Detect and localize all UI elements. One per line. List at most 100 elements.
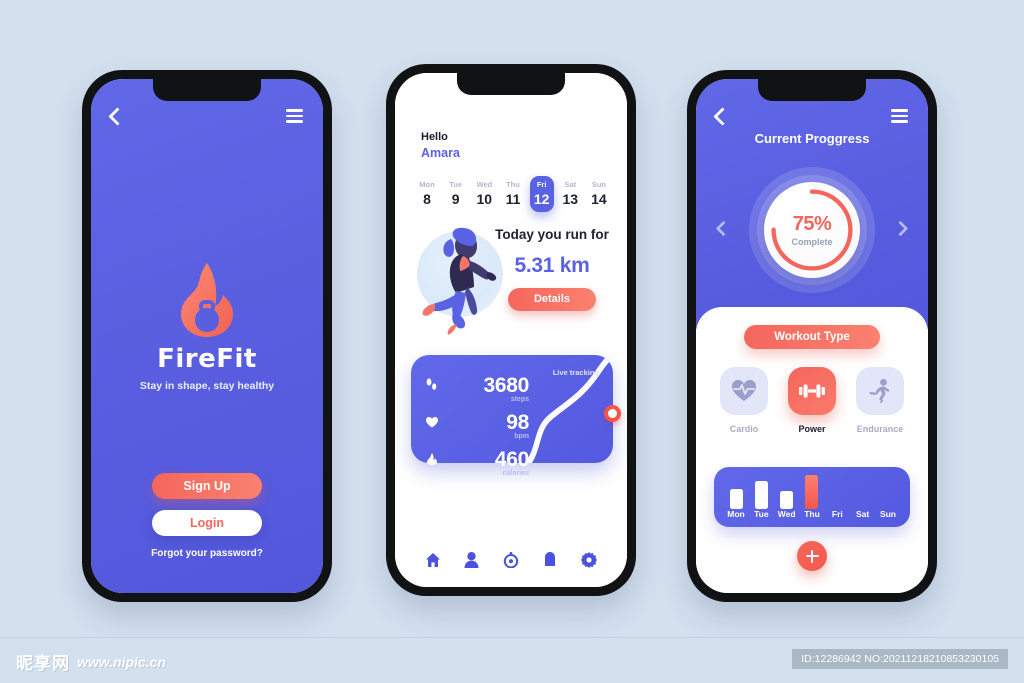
stat-steps: 3680 steps	[425, 366, 529, 403]
chart-x-label: Sun	[879, 509, 896, 519]
weekly-activity-chart: Mon Tue Wed Thu Fri Sat Sun	[714, 467, 910, 527]
forgot-password-link[interactable]: Forgot your password?	[151, 548, 263, 559]
chart-x-label: Fri	[831, 509, 843, 519]
workout-option-cardio[interactable]: Cardio	[716, 367, 772, 434]
chart-x-label: Wed	[777, 509, 796, 519]
workout-option-label: Endurance	[856, 424, 904, 434]
workout-type-options: Cardio Power Endurance	[716, 367, 908, 434]
screen-login: FireFit Stay in shape, stay healthy Sign…	[91, 79, 323, 593]
run-summary: Today you run for 5.31 km Details	[493, 227, 611, 311]
workout-type-header[interactable]: Workout Type	[744, 325, 880, 349]
day-chip-sun[interactable]: Sun 14	[587, 176, 611, 212]
run-title: Today you run for	[495, 227, 609, 242]
progress-topbar	[696, 101, 928, 131]
stats-list: 3680 steps 98 bpm 460 calories	[425, 366, 529, 477]
workout-option-label: Power	[798, 424, 826, 434]
signup-button[interactable]: Sign Up	[152, 473, 262, 499]
stat-bpm: 98 bpm	[425, 403, 529, 440]
day-number: 14	[591, 191, 607, 207]
bell-icon[interactable]	[539, 549, 561, 571]
day-chip-sat[interactable]: Sat 13	[558, 176, 582, 212]
poster-canvas: FireFit Stay in shape, stay healthy Sign…	[0, 0, 1024, 683]
dumbbell-icon	[788, 367, 836, 415]
progress-percent: 75%	[792, 213, 832, 235]
stopwatch-icon[interactable]	[500, 549, 522, 571]
today-run-section: Today you run for 5.31 km Details	[411, 225, 611, 337]
chart-x-label: Sat	[856, 509, 870, 519]
bar-slot-tue	[749, 475, 773, 509]
chart-bar	[780, 491, 794, 509]
page-title: Current Proggress	[754, 131, 870, 146]
heart-pulse-icon	[720, 367, 768, 415]
day-number: 12	[533, 191, 550, 207]
ring-center-text: 75% Complete	[764, 182, 860, 278]
flame-icon	[425, 453, 438, 470]
login-topbar	[91, 101, 323, 131]
login-button[interactable]: Login	[152, 510, 262, 536]
hamburger-icon[interactable]	[891, 109, 908, 123]
chart-bar	[754, 481, 768, 509]
watermark-logo-text: 昵享网	[16, 654, 70, 674]
details-button[interactable]: Details	[508, 287, 596, 311]
day-number: 11	[505, 191, 521, 207]
chart-x-label: Thu	[804, 509, 820, 519]
phone-mockup-login: FireFit Stay in shape, stay healthy Sign…	[82, 70, 332, 602]
run-distance: 5.31 km	[514, 253, 590, 277]
day-name: Mon	[419, 180, 435, 189]
live-tracking-card: Live tracking 3680 steps 98 bpm 460 calo…	[411, 355, 621, 477]
day-name: Fri	[536, 180, 547, 189]
day-chip-thu[interactable]: Thu 11	[501, 176, 525, 212]
bottom-navigation	[395, 549, 627, 571]
day-chip-wed[interactable]: Wed 10	[472, 176, 496, 212]
greeting-block: Hello Amara	[421, 131, 460, 160]
stat-unit: calories	[502, 470, 529, 477]
workout-option-label: Cardio	[729, 424, 759, 434]
bar-slot-thu	[800, 475, 824, 509]
home-icon[interactable]	[422, 549, 444, 571]
brand-name: FireFit	[157, 344, 257, 374]
chevron-left-icon[interactable]	[713, 106, 732, 126]
phone-notch	[758, 79, 866, 101]
bar-slot-wed	[775, 475, 799, 509]
progress-ring: 75% Complete	[749, 167, 875, 293]
day-number: 10	[476, 191, 493, 207]
day-number: 13	[562, 191, 579, 207]
stat-unit: bpm	[514, 433, 529, 440]
stat-value: 98	[506, 411, 529, 434]
watermark-url: www.nipic.cn	[77, 653, 166, 670]
day-chip-fri[interactable]: Fri 12	[529, 176, 554, 212]
chart-x-labels: Mon Tue Wed Thu Fri Sat Sun	[724, 509, 900, 519]
day-name: Sun	[591, 180, 607, 189]
person-icon[interactable]	[461, 549, 483, 571]
workout-option-endurance[interactable]: Endurance	[852, 367, 908, 434]
id-badge: ID:12286942 NO:20211218210853230105	[792, 649, 1008, 669]
stat-value: 460	[494, 448, 529, 471]
stat-value: 3680	[483, 374, 529, 397]
day-name: Sat	[564, 180, 577, 189]
day-number: 8	[423, 191, 431, 207]
day-chip-mon[interactable]: Mon 8	[415, 176, 439, 212]
chart-bar	[729, 489, 743, 509]
chevron-left-icon[interactable]	[108, 106, 127, 126]
stat-calories: 460 calories	[425, 440, 529, 477]
runner-icon	[856, 367, 904, 415]
hamburger-icon[interactable]	[286, 109, 303, 123]
bar-slot-mon	[724, 475, 748, 509]
phone-notch	[153, 79, 261, 101]
day-chip-tue[interactable]: Tue 9	[444, 176, 468, 212]
workout-option-power[interactable]: Power	[784, 367, 840, 434]
day-name: Tue	[449, 180, 463, 189]
screen-progress: Current Proggress 75% Complete Workout T…	[696, 79, 928, 593]
progress-subtitle: Complete	[791, 237, 833, 247]
chart-x-label: Mon	[727, 509, 745, 519]
watermark: 昵享网 www.nipic.cn	[16, 649, 166, 675]
day-number: 9	[451, 191, 460, 207]
add-workout-button[interactable]	[797, 541, 827, 571]
gear-icon[interactable]	[578, 549, 600, 571]
brand-block: FireFit Stay in shape, stay healthy	[91, 262, 323, 392]
chart-bars	[724, 475, 900, 509]
bar-slot-sat	[851, 475, 875, 509]
chart-bar-highlight	[805, 475, 819, 509]
day-name: Wed	[476, 180, 493, 189]
heart-icon	[425, 417, 438, 433]
